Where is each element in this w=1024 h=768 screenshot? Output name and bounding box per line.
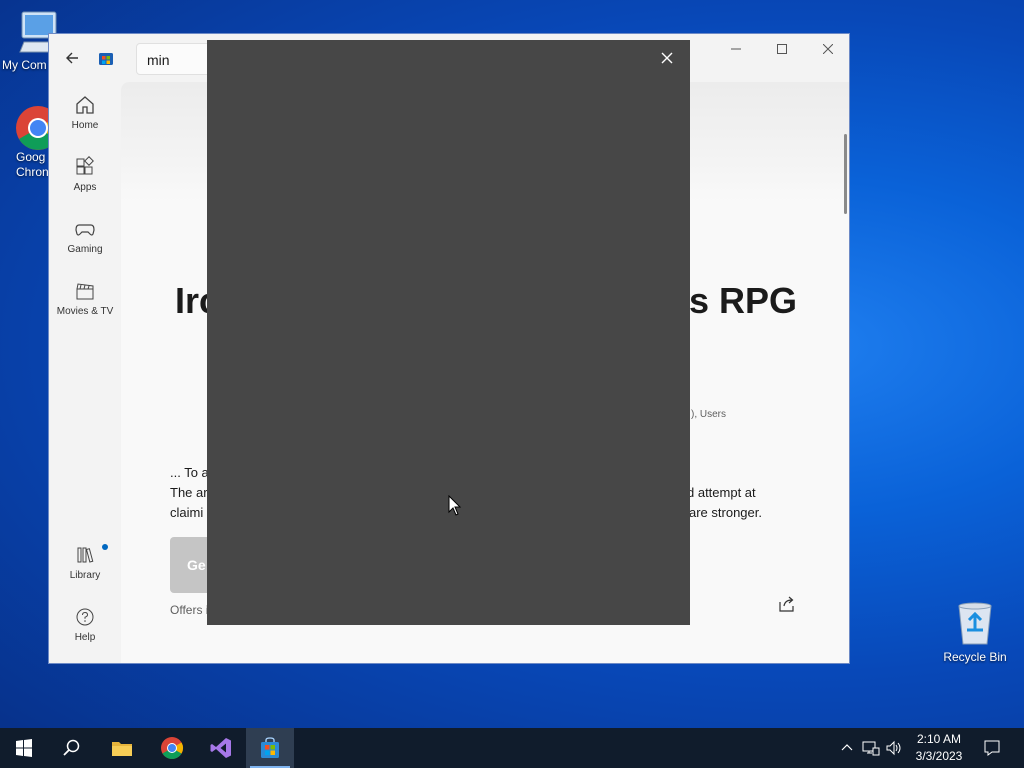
tray-network[interactable] (860, 728, 882, 768)
taskbar-file-explorer[interactable] (98, 728, 146, 768)
sidebar-item-gaming[interactable]: Gaming (49, 218, 121, 274)
sidebar-item-label: Library (69, 570, 101, 581)
sidebar-item-label: Apps (73, 182, 97, 193)
sidebar-item-label: Gaming (67, 244, 103, 255)
search-button[interactable] (48, 728, 96, 768)
sidebar-item-movies-tv[interactable]: Movies & TV (49, 280, 121, 336)
taskbar-visual-studio[interactable] (197, 728, 245, 768)
visual-studio-icon (210, 738, 231, 758)
app-meta-users: ), Users (691, 409, 726, 420)
overlay-close-button[interactable] (655, 46, 679, 70)
desc-line1: ... To a (170, 465, 209, 480)
apps-icon (76, 156, 94, 175)
chevron-up-icon (841, 744, 853, 751)
help-icon (76, 608, 94, 626)
clock-date: 3/3/2023 (915, 749, 963, 763)
chrome-label-line2: Chron (16, 165, 49, 179)
desktop-icon-label: Recycle Bin (943, 650, 1007, 664)
sidebar-item-apps[interactable]: Apps (49, 156, 121, 212)
start-button[interactable] (0, 728, 48, 768)
desc-line2-right: d attempt at (687, 485, 756, 500)
sidebar-item-help[interactable]: Help (49, 606, 121, 662)
sidebar-item-home[interactable]: Home (49, 94, 121, 150)
desc-line3: claimi (170, 505, 204, 520)
mouse-cursor-icon (448, 495, 462, 516)
taskbar: 2:10 AM 3/3/2023 (0, 728, 1024, 768)
network-icon (862, 741, 880, 756)
chrome-label-line1: Goog (16, 150, 46, 164)
search-input-value: min (147, 52, 170, 68)
close-icon (823, 44, 833, 54)
maximize-button[interactable] (759, 34, 805, 66)
share-icon[interactable] (777, 594, 797, 614)
offers-text: Offers i (170, 603, 209, 617)
taskbar-clock[interactable]: 2:10 AM 3/3/2023 (910, 731, 968, 765)
sidebar-item-label: Home (71, 120, 99, 131)
library-icon (77, 547, 94, 563)
search-icon (63, 739, 80, 756)
chrome-icon (161, 737, 183, 759)
maximize-icon (777, 44, 787, 54)
gamepad-icon (75, 224, 95, 236)
sidebar-nav: Home Apps Gaming Movies & TV Library Hel… (49, 82, 121, 663)
sidebar-item-library[interactable]: Library (49, 544, 121, 600)
sidebar-item-label: Help (74, 632, 96, 643)
minimize-button[interactable] (713, 34, 759, 66)
notification-dot (102, 544, 108, 550)
back-button[interactable] (61, 46, 85, 70)
clock-time: 2:10 AM (916, 732, 962, 746)
app-description-right: d attempt at are stronger. (687, 483, 762, 523)
windows-logo-icon (16, 739, 32, 757)
speaker-icon (886, 740, 901, 756)
store-icon (261, 737, 279, 758)
desktop-icon-recycle-bin[interactable]: Recycle Bin (937, 600, 1013, 665)
desc-line3-right: are stronger. (689, 505, 762, 520)
taskbar-microsoft-store[interactable] (246, 728, 294, 768)
folder-icon (112, 742, 132, 756)
desc-line2: The ar (170, 485, 208, 500)
close-icon (661, 52, 673, 64)
close-window-button[interactable] (805, 34, 849, 66)
taskbar-chrome[interactable] (148, 728, 196, 768)
action-center-button[interactable] (978, 728, 1008, 768)
back-arrow-icon (66, 52, 78, 64)
tray-show-hidden[interactable] (838, 728, 856, 768)
home-icon (76, 96, 94, 114)
minimize-icon (731, 48, 741, 50)
scrollbar-thumb[interactable] (844, 134, 847, 214)
sidebar-item-label: Movies & TV (56, 306, 114, 317)
modal-overlay (207, 40, 690, 625)
app-title-right: s RPG (689, 280, 798, 321)
clapperboard-icon (76, 283, 94, 300)
notification-icon (984, 740, 1000, 756)
tray-volume[interactable] (884, 728, 906, 768)
store-logo-icon (99, 53, 113, 65)
recycle-bin-icon (958, 602, 992, 645)
app-description-left: ... To a The ar claimi (170, 463, 209, 523)
